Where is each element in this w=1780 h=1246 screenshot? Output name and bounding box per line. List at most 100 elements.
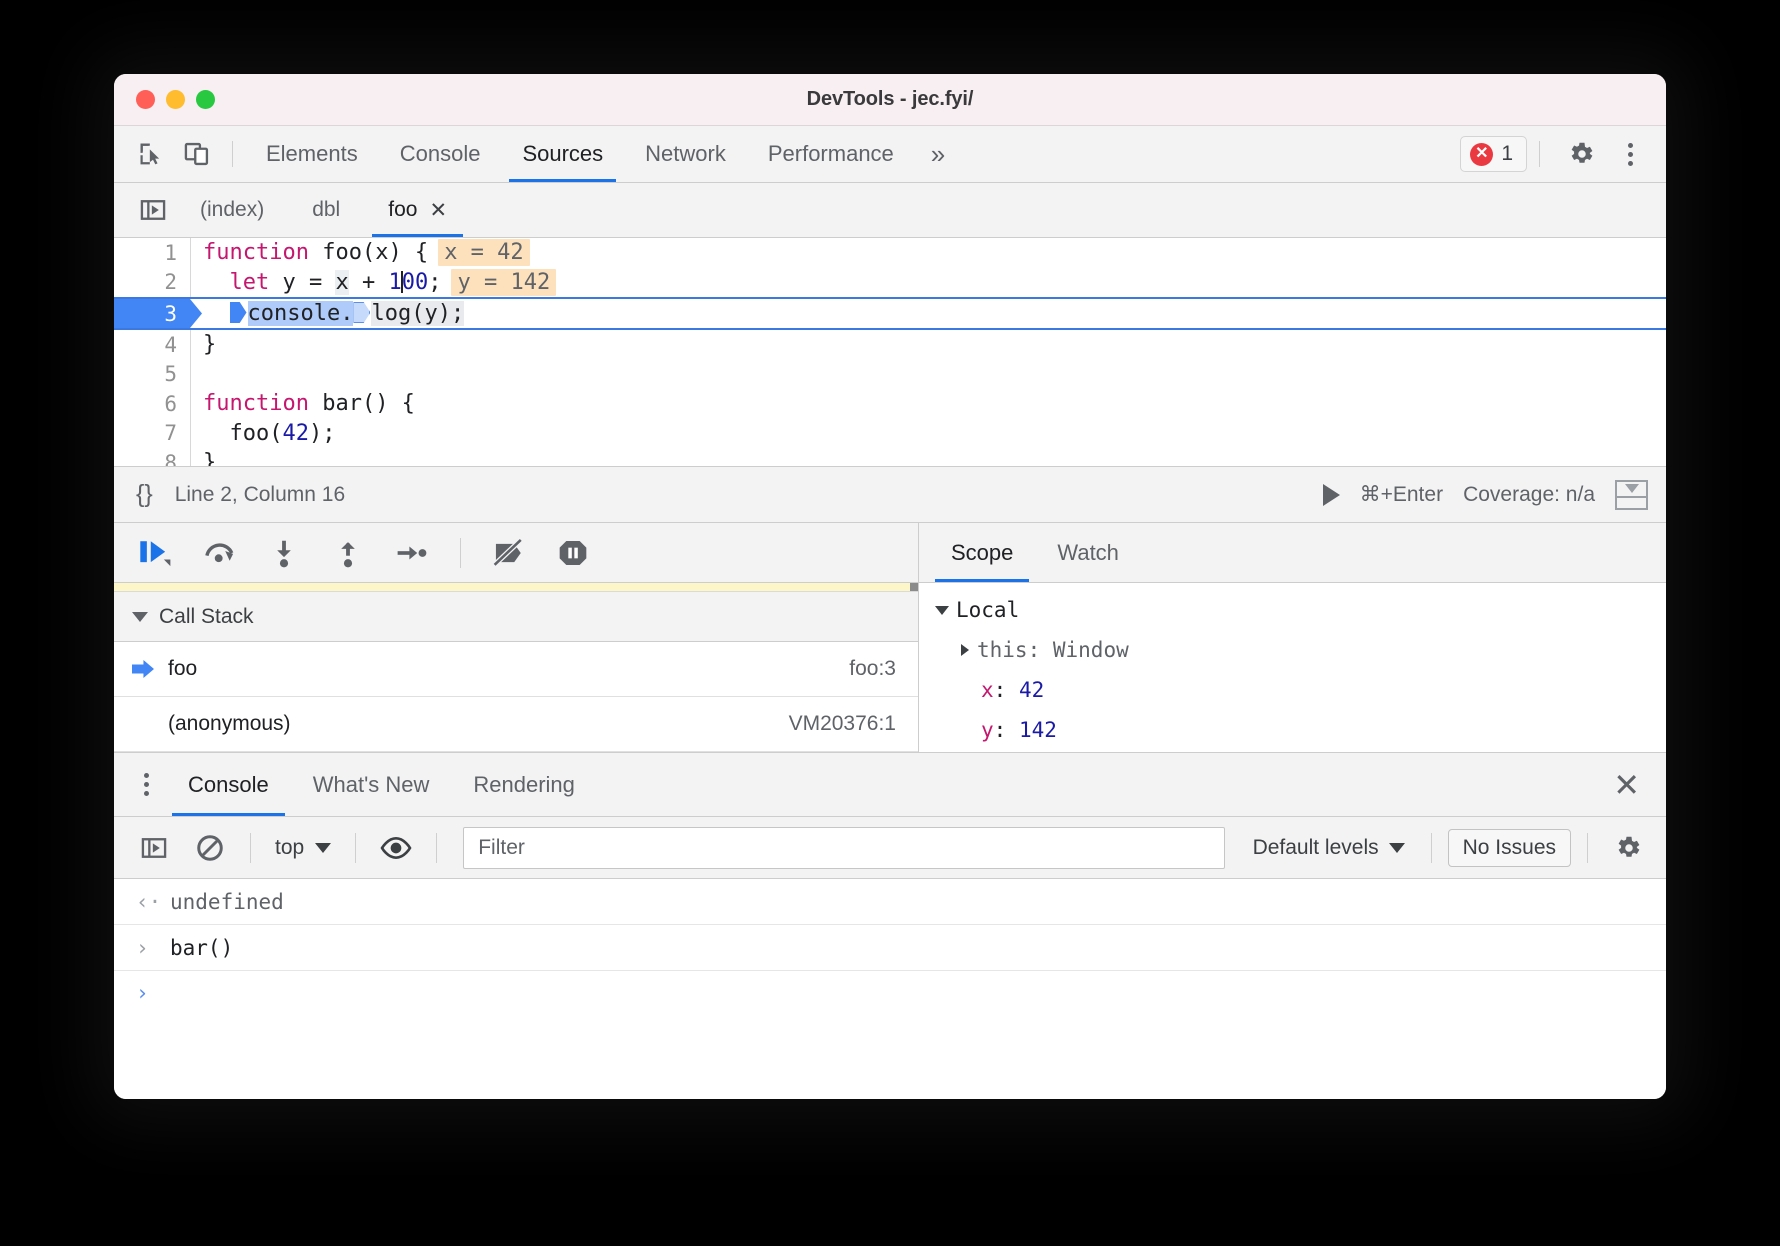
call-stack-header[interactable]: Call Stack xyxy=(114,592,918,642)
run-snippet-icon[interactable] xyxy=(1323,484,1340,506)
coverage-label: Coverage: n/a xyxy=(1463,483,1595,507)
step-over-next-function-call-button[interactable] xyxy=(196,530,244,576)
tab-watch[interactable]: Watch xyxy=(1035,523,1141,582)
tab-scope[interactable]: Scope xyxy=(929,523,1035,582)
tab-label: Scope xyxy=(951,540,1013,566)
file-tab-label: (index) xyxy=(200,198,264,222)
drawer-tab-rendering[interactable]: Rendering xyxy=(451,753,597,816)
line-content: console.log(y); xyxy=(190,301,464,326)
call-stack-frame-name: foo xyxy=(168,657,197,681)
code-line-1[interactable]: 1 function foo(x) {x = 42 xyxy=(114,238,1666,268)
show-navigator-icon[interactable] xyxy=(130,189,176,231)
scope-prop-name: this xyxy=(977,638,1028,662)
chevron-down-icon xyxy=(1389,843,1405,853)
tab-label: Network xyxy=(645,141,726,167)
file-tab-dbl[interactable]: dbl xyxy=(288,183,364,237)
console-drawer: Console What's New Rendering ✕ xyxy=(114,753,1666,1099)
scope-row-local[interactable]: Local xyxy=(919,590,1666,630)
inline-value-hint: y = 142 xyxy=(451,269,556,296)
pause-on-exceptions-button[interactable] xyxy=(549,530,597,576)
error-count-badge[interactable]: ✕ 1 xyxy=(1460,136,1527,172)
show-drawer-icon[interactable] xyxy=(1615,480,1648,510)
tab-console[interactable]: Console xyxy=(379,126,502,182)
line-content xyxy=(190,362,216,387)
console-input-row[interactable]: › bar() xyxy=(114,925,1666,971)
current-frame-arrow-icon xyxy=(132,660,154,678)
chevron-down-icon xyxy=(315,843,331,853)
call-stack-title: Call Stack xyxy=(159,605,254,629)
result-arrow-icon: ‹· xyxy=(136,890,170,914)
tab-sources[interactable]: Sources xyxy=(501,126,624,182)
tab-label: Watch xyxy=(1057,540,1119,566)
step-marker-icon[interactable] xyxy=(230,302,247,323)
close-drawer-icon[interactable]: ✕ xyxy=(1613,769,1640,801)
step-into-next-function-call-button[interactable] xyxy=(260,530,308,576)
file-tab-foo[interactable]: foo ✕ xyxy=(364,183,471,237)
console-message-list: ‹· undefined › bar() › xyxy=(114,879,1666,1099)
tab-performance[interactable]: Performance xyxy=(747,126,915,182)
tab-network[interactable]: Network xyxy=(624,126,747,182)
line-number: 3 xyxy=(114,302,190,326)
no-issues-button[interactable]: No Issues xyxy=(1448,829,1571,867)
chevron-down-icon xyxy=(935,606,949,615)
scope-prop-value: 142 xyxy=(1019,718,1057,742)
code-editor[interactable]: 1 function foo(x) {x = 42 2 let y = x + … xyxy=(114,238,1666,466)
more-panels-button[interactable]: » xyxy=(915,126,961,182)
line-content: let y = x + 100;y = 142 xyxy=(190,270,556,295)
line-content: foo(42); xyxy=(190,421,335,446)
live-expression-icon[interactable] xyxy=(372,825,420,871)
tab-label: Rendering xyxy=(473,772,575,798)
console-context-label: top xyxy=(275,836,304,860)
step-out-of-current-function-button[interactable] xyxy=(324,530,372,576)
call-stack-row-anonymous[interactable]: (anonymous) VM20376:1 xyxy=(114,697,918,752)
step-button[interactable] xyxy=(388,530,436,576)
line-number: 1 xyxy=(114,241,190,265)
code-line-3-executing[interactable]: 3 console.log(y); xyxy=(114,297,1666,330)
code-line-7[interactable]: 7 foo(42); xyxy=(114,419,1666,449)
scope-row-y[interactable]: y: 142 xyxy=(919,710,1666,750)
scope-row-x[interactable]: x: 42 xyxy=(919,670,1666,710)
tab-elements[interactable]: Elements xyxy=(245,126,379,182)
console-log-levels-selector[interactable]: Default levels xyxy=(1243,836,1415,860)
deactivate-breakpoints-button[interactable] xyxy=(485,530,533,576)
console-result-row[interactable]: ‹· undefined xyxy=(114,879,1666,925)
drawer-kebab-menu-icon[interactable] xyxy=(126,773,166,796)
code-line-2[interactable]: 2 let y = x + 100;y = 142 xyxy=(114,268,1666,298)
step-marker-icon[interactable] xyxy=(353,302,370,323)
file-tab-index[interactable]: (index) xyxy=(176,183,288,237)
file-tab-label: foo xyxy=(388,198,417,222)
drawer-tab-console[interactable]: Console xyxy=(166,753,291,816)
console-prompt-row[interactable]: › xyxy=(114,971,1666,1015)
scope-row-global[interactable]: Global Window xyxy=(919,750,1666,752)
clear-console-icon[interactable] xyxy=(186,825,234,871)
gear-icon[interactable] xyxy=(1558,133,1604,175)
close-icon[interactable]: ✕ xyxy=(429,198,447,223)
resume-script-execution-button[interactable] xyxy=(132,530,180,576)
kebab-menu-icon[interactable] xyxy=(1610,143,1650,166)
console-filter-input[interactable] xyxy=(463,827,1224,869)
drawer-tab-whats-new[interactable]: What's New xyxy=(291,753,452,816)
console-context-selector[interactable]: top xyxy=(267,836,339,860)
input-arrow-icon: › xyxy=(136,936,170,960)
status-bar-right: ⌘+Enter Coverage: n/a xyxy=(1323,480,1648,510)
code-line-4[interactable]: 4 } xyxy=(114,330,1666,360)
code-line-5[interactable]: 5 xyxy=(114,360,1666,390)
line-number: 6 xyxy=(114,392,190,416)
console-settings-icon[interactable] xyxy=(1604,825,1652,871)
scope-tree: Local this: Window x: 42 y: 142 Global xyxy=(919,583,1666,752)
code-line-8[interactable]: 8 } xyxy=(114,448,1666,466)
tab-label: Sources xyxy=(522,141,603,167)
file-tab-label: dbl xyxy=(312,198,340,222)
scope-row-this[interactable]: this: Window xyxy=(919,630,1666,670)
line-content: function foo(x) {x = 42 xyxy=(190,240,530,265)
scope-prop-value: 42 xyxy=(1019,678,1044,702)
code-line-6[interactable]: 6 function bar() { xyxy=(114,389,1666,419)
debugger-toolbar xyxy=(114,523,918,583)
toolbar-divider xyxy=(460,538,461,568)
device-toolbar-icon[interactable] xyxy=(174,133,220,175)
inspect-element-icon[interactable] xyxy=(128,133,174,175)
tab-label: Console xyxy=(188,772,269,798)
show-console-sidebar-icon[interactable] xyxy=(130,825,178,871)
call-stack-row-foo[interactable]: foo foo:3 xyxy=(114,642,918,697)
pretty-print-icon[interactable]: {} xyxy=(136,480,153,509)
